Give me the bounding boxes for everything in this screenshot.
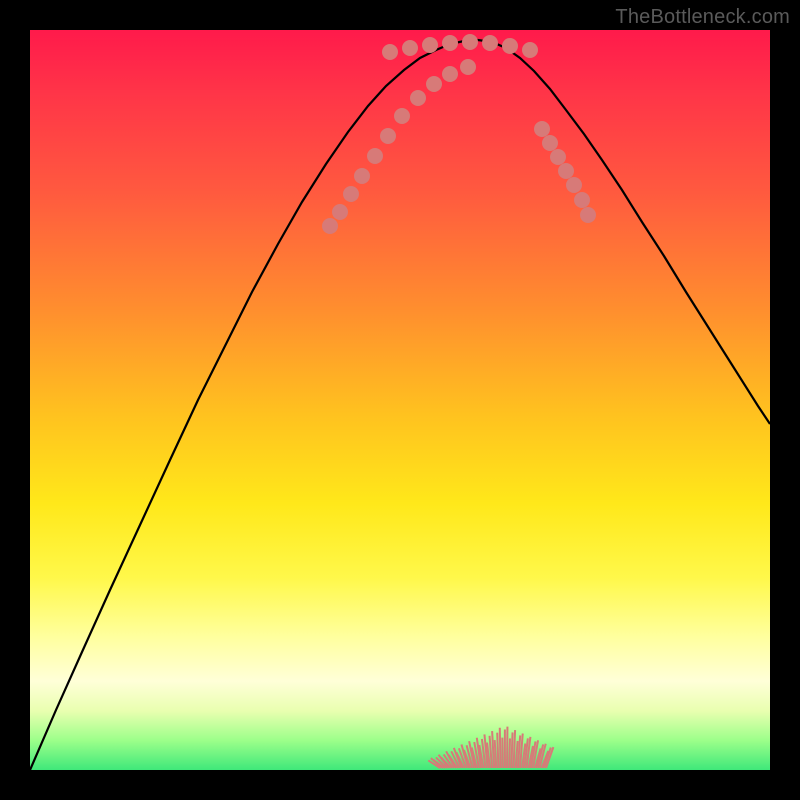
data-point [394,108,410,124]
data-point [558,163,574,179]
data-point [442,35,458,51]
data-point [482,35,498,51]
data-point [460,59,476,75]
data-point [462,34,478,50]
data-point [542,135,558,151]
data-point [502,38,518,54]
outer-frame: TheBottleneck.com [0,0,800,800]
bottleneck-curve [30,40,770,770]
data-point [410,90,426,106]
data-points-group [322,34,596,234]
data-point [426,76,442,92]
data-point [402,40,418,56]
data-point [332,204,348,220]
data-point [580,207,596,223]
gradient-plot-area [30,30,770,770]
data-point [322,218,338,234]
data-point [422,37,438,53]
data-point [550,149,566,165]
data-point [522,42,538,58]
data-point [380,128,396,144]
data-point [574,192,590,208]
data-point [343,186,359,202]
data-point [534,121,550,137]
chart-overlay [30,30,770,770]
watermark-text: TheBottleneck.com [615,6,790,29]
data-point [354,168,370,184]
data-point [367,148,383,164]
data-point [566,177,582,193]
data-point [382,44,398,60]
grass-tuft [428,727,553,768]
data-point [442,66,458,82]
